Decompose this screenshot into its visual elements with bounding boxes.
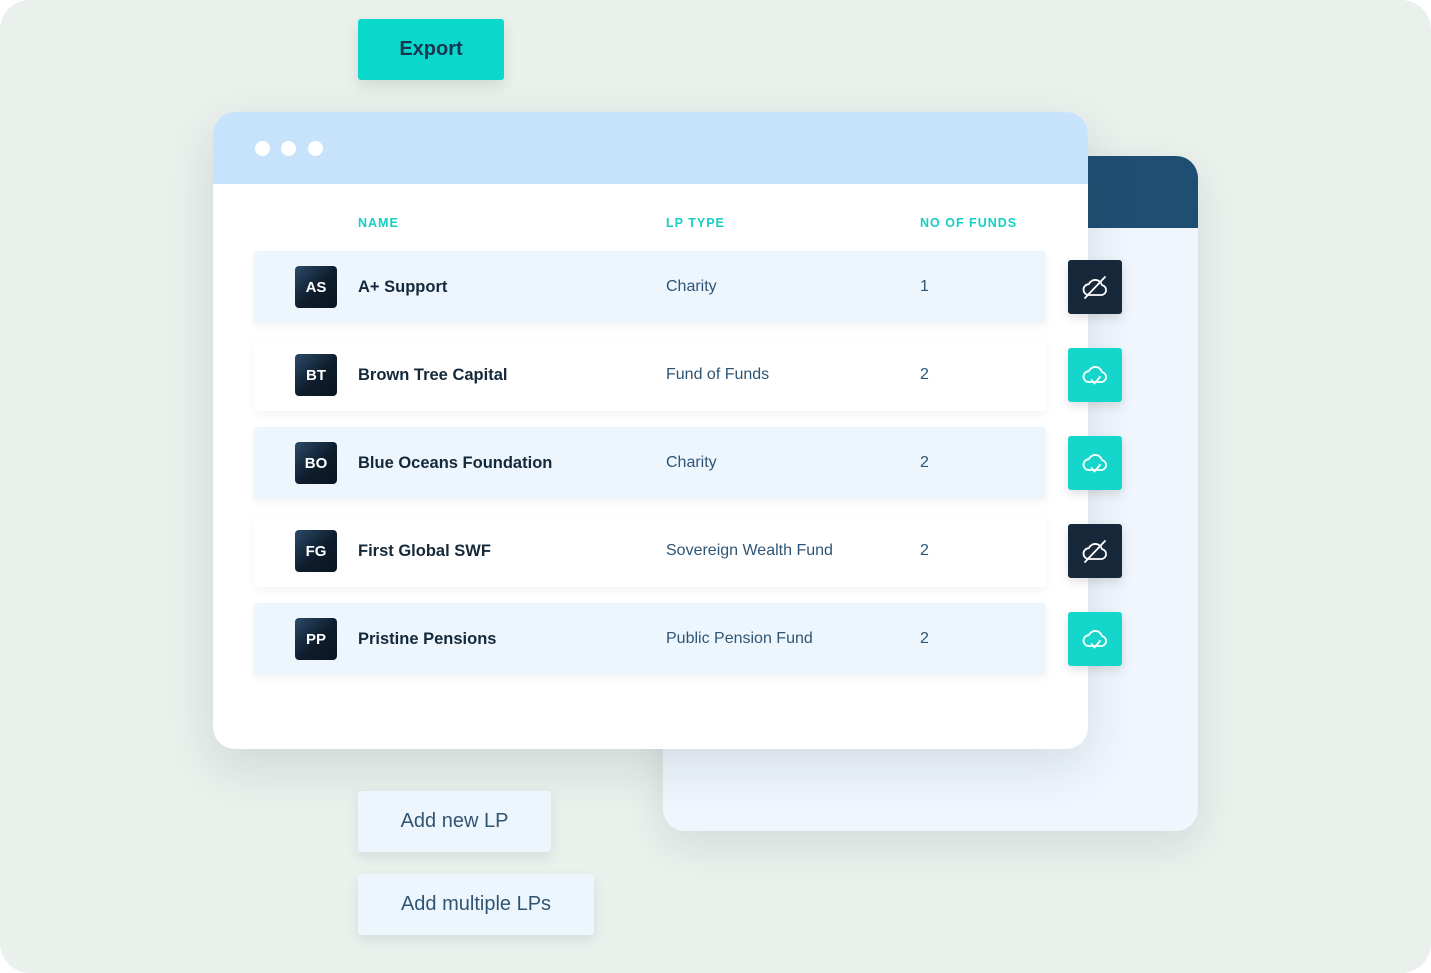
export-button[interactable]: Export [358,19,504,80]
window-dot [281,141,296,156]
cloud-check-icon [1082,630,1107,649]
table-row[interactable]: PP Pristine Pensions Public Pension Fund… [254,603,1046,675]
fund-count: 2 [920,542,929,559]
add-new-lp-button[interactable]: Add new LP [358,791,551,852]
lp-table-window: NAME LP TYPE NO OF FUNDS AS A+ Support C… [213,112,1088,749]
table-row[interactable]: BT Brown Tree Capital Fund of Funds 2 [254,339,1046,411]
lp-type: Charity [666,278,717,295]
sync-status-button[interactable] [1068,524,1122,578]
window-dot [255,141,270,156]
cloud-off-icon [1082,540,1107,563]
table-row[interactable]: FG First Global SWF Sovereign Wealth Fun… [254,515,1046,587]
fund-count: 1 [920,278,929,295]
lp-type: Fund of Funds [666,366,770,383]
column-header-lp-type[interactable]: LP TYPE [666,216,725,230]
avatar: AS [295,266,337,308]
avatar: PP [295,618,337,660]
sync-status-button[interactable] [1068,348,1122,402]
avatar: BO [295,442,337,484]
sync-status-button[interactable] [1068,436,1122,490]
cloud-check-icon [1082,366,1107,385]
lp-name: Pristine Pensions [358,630,497,648]
column-header-name[interactable]: NAME [358,216,399,230]
lp-name: Brown Tree Capital [358,366,508,384]
fund-count: 2 [920,630,929,647]
lp-type: Charity [666,454,717,471]
lp-type: Sovereign Wealth Fund [666,542,833,559]
sync-status-button[interactable] [1068,612,1122,666]
lp-name: Blue Oceans Foundation [358,454,553,472]
cloud-check-icon [1082,454,1107,473]
cloud-off-icon [1082,276,1107,299]
add-multiple-lps-button[interactable]: Add multiple LPs [358,874,594,935]
table-row[interactable]: AS A+ Support Charity 1 [254,251,1046,323]
fund-count: 2 [920,366,929,383]
canvas: Export NAME LP TYPE NO OF FUNDS AS A+ Su… [0,0,1431,973]
fund-count: 2 [920,454,929,471]
lp-name: First Global SWF [358,542,491,560]
avatar: BT [295,354,337,396]
avatar: FG [295,530,337,572]
window-titlebar [213,112,1088,184]
lp-name: A+ Support [358,278,448,296]
window-dot [308,141,323,156]
table-row[interactable]: BO Blue Oceans Foundation Charity 2 [254,427,1046,499]
sync-status-button[interactable] [1068,260,1122,314]
lp-type: Public Pension Fund [666,630,813,647]
column-header-no-of-funds[interactable]: NO OF FUNDS [920,216,1017,230]
